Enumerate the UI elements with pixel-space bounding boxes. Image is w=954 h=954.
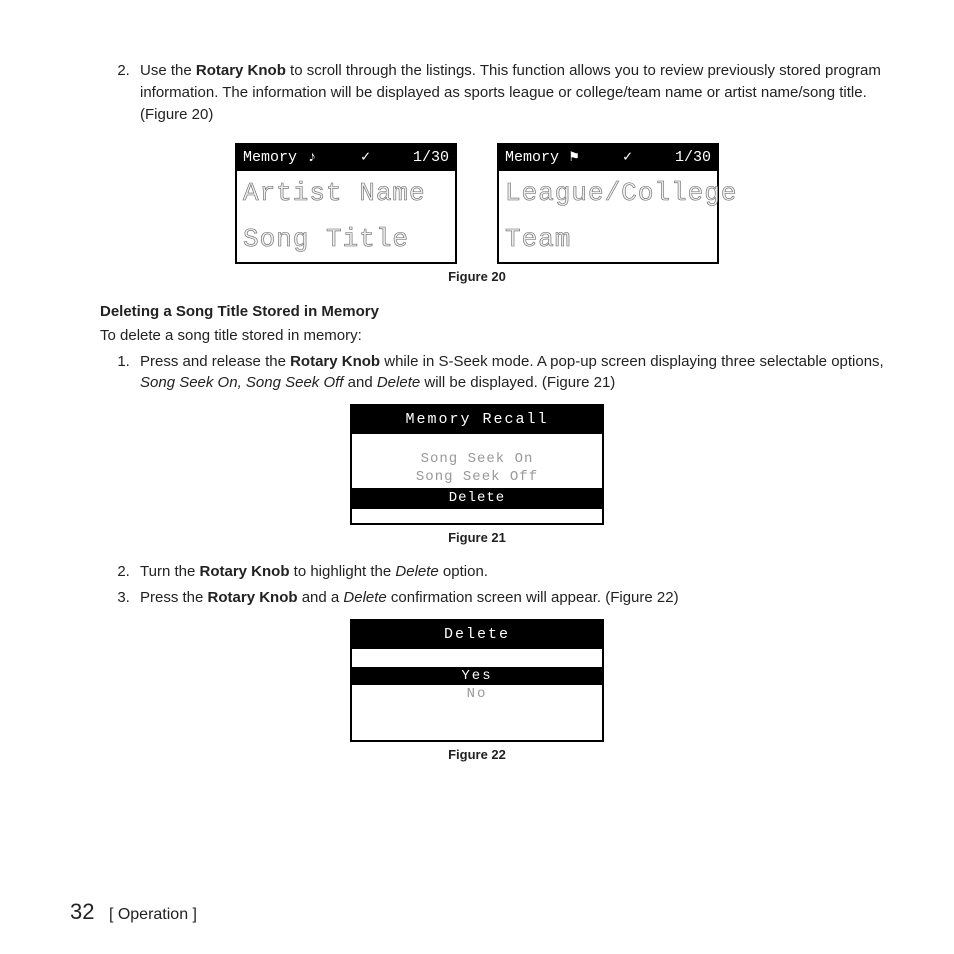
delete-step-3: Press the Rotary Knob and a Delete confi… [134, 587, 884, 609]
option-delete-selected: Delete [352, 488, 602, 508]
delete-steps-b: Turn the Rotary Knob to highlight the De… [70, 561, 884, 609]
option-song-seek-on: Song Seek On [352, 450, 602, 468]
lcd-sports-header: Memory ⚑ ✓ 1/30 [499, 145, 717, 171]
artist-name-line: Artist Name [237, 171, 455, 217]
league-line: League/College [499, 171, 717, 217]
music-note-icon: ♪ [306, 147, 318, 169]
lcd-music-header: Memory ♪ ✓ 1/30 [237, 145, 455, 171]
memory-recall-title: Memory Recall [352, 406, 602, 434]
figure-20-row: Memory ♪ ✓ 1/30 Artist Name Song Title M… [70, 143, 884, 264]
song-title-line: Song Title [237, 217, 455, 263]
confirm-no: No [352, 685, 602, 704]
confirm-yes-selected: Yes [352, 667, 602, 686]
rotary-knob-term: Rotary Knob [196, 62, 286, 79]
delete-intro: To delete a song title stored in memory: [100, 325, 884, 347]
lcd-memory-recall: Memory Recall Song Seek On Song Seek Off… [350, 404, 604, 524]
top-steps: Use the Rotary Knob to scroll through th… [70, 60, 884, 125]
subheading: Deleting a Song Title Stored in Memory [100, 301, 884, 323]
check-icon: ✓ [360, 147, 372, 169]
figure-21-caption: Figure 21 [70, 529, 884, 548]
lcd-delete-confirm: Delete Yes No [350, 619, 604, 742]
page-footer: 32 [ Operation ] [70, 896, 197, 928]
memory-count: 1/30 [675, 147, 711, 169]
figure-22-caption: Figure 22 [70, 746, 884, 765]
delete-step-1: Press and release the Rotary Knob while … [134, 351, 884, 395]
step-2-top: Use the Rotary Knob to scroll through th… [134, 60, 884, 125]
delete-step-2: Turn the Rotary Knob to highlight the De… [134, 561, 884, 583]
figure-20-caption: Figure 20 [70, 268, 884, 287]
section-name: Operation [118, 906, 188, 923]
lcd-music: Memory ♪ ✓ 1/30 Artist Name Song Title [235, 143, 457, 264]
option-song-seek-off: Song Seek Off [352, 468, 602, 486]
check-icon: ✓ [622, 147, 634, 169]
flag-icon: ⚑ [568, 147, 580, 169]
memory-count: 1/30 [413, 147, 449, 169]
manual-page: Use the Rotary Knob to scroll through th… [0, 0, 954, 954]
delete-steps-a: Press and release the Rotary Knob while … [70, 351, 884, 395]
page-number: 32 [70, 899, 94, 924]
team-line: Team [499, 217, 717, 263]
delete-title: Delete [352, 621, 602, 649]
lcd-sports: Memory ⚑ ✓ 1/30 League/College Team [497, 143, 719, 264]
